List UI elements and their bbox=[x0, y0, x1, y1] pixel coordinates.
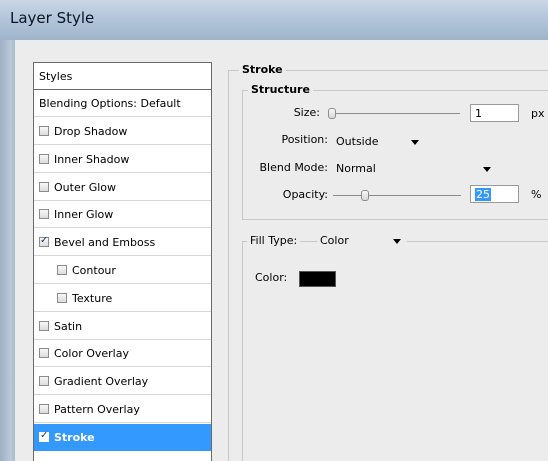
blend-mode-label: Blend Mode: bbox=[259, 161, 329, 174]
style-item-label: Gradient Overlay bbox=[54, 375, 149, 389]
color-label: Color: bbox=[255, 271, 288, 284]
style-item-label: Outer Glow bbox=[54, 180, 117, 194]
structure-group-border-left bbox=[242, 90, 243, 219]
checkbox[interactable] bbox=[39, 320, 49, 331]
checkbox[interactable] bbox=[39, 348, 49, 359]
style-item-label: Pattern Overlay bbox=[54, 403, 140, 416]
blend-mode-dropdown[interactable]: Normal bbox=[333, 159, 497, 179]
style-item-color-overlay[interactable]: Color Overlay bbox=[34, 340, 211, 368]
blending-options-label: Blending Options: Default bbox=[39, 97, 181, 110]
fill-type-value: Color bbox=[320, 234, 349, 247]
fill-type-dropdown[interactable]: Color bbox=[317, 231, 407, 251]
dialog-title: Layer Style bbox=[10, 9, 95, 27]
fill-type-group-border-left bbox=[242, 241, 243, 461]
size-slider-thumb[interactable] bbox=[328, 108, 336, 119]
styles-header-label: Styles bbox=[39, 70, 73, 83]
checkbox[interactable] bbox=[57, 292, 67, 303]
style-item-inner-glow[interactable]: Inner Glow bbox=[34, 201, 211, 229]
size-slider-track[interactable] bbox=[332, 113, 460, 114]
opacity-value: 25 bbox=[475, 188, 491, 201]
window-frame bbox=[0, 40, 15, 461]
stroke-group-border-left bbox=[228, 70, 229, 461]
checkbox[interactable] bbox=[39, 126, 49, 136]
position-dropdown[interactable]: Outside bbox=[333, 132, 425, 152]
checkbox[interactable] bbox=[39, 430, 49, 442]
styles-header[interactable]: Styles bbox=[34, 63, 211, 90]
title-bar[interactable]: Layer Style bbox=[0, 0, 548, 41]
stroke-section-title: Stroke bbox=[239, 63, 286, 76]
chevron-down-icon bbox=[483, 167, 491, 172]
checkbox[interactable] bbox=[57, 265, 67, 275]
checkbox[interactable] bbox=[39, 209, 49, 220]
style-item-pattern-overlay[interactable]: Pattern Overlay bbox=[34, 396, 211, 423]
structure-group-border-bottom bbox=[242, 219, 548, 220]
style-item-label: Color Overlay bbox=[54, 347, 129, 361]
style-item-label: Texture bbox=[72, 291, 113, 305]
position-label: Position: bbox=[281, 133, 328, 146]
style-item-contour[interactable]: Contour bbox=[34, 257, 211, 284]
checkbox[interactable] bbox=[39, 153, 49, 164]
opacity-input[interactable]: 25 bbox=[470, 185, 519, 203]
checkbox[interactable] bbox=[39, 235, 49, 248]
style-item-texture[interactable]: Texture bbox=[34, 284, 211, 312]
size-input[interactable]: 1 bbox=[470, 104, 519, 122]
size-label: Size: bbox=[293, 106, 320, 119]
position-value: Outside bbox=[336, 135, 379, 148]
style-item-label: Stroke bbox=[54, 430, 95, 444]
blending-options-item[interactable]: Blending Options: Default bbox=[34, 90, 211, 117]
size-unit: px bbox=[531, 107, 545, 120]
style-item-label: Inner Glow bbox=[54, 208, 114, 222]
fill-type-label: Fill Type: bbox=[247, 234, 301, 247]
dialog-body: Styles Blending Options: Default Drop Sh… bbox=[15, 40, 548, 461]
style-item-outer-glow[interactable]: Outer Glow bbox=[34, 173, 211, 201]
blend-mode-value: Normal bbox=[336, 162, 376, 175]
chevron-down-icon bbox=[393, 239, 401, 244]
style-item-label: Drop Shadow bbox=[54, 125, 128, 138]
styles-list: Styles Blending Options: Default Drop Sh… bbox=[33, 62, 212, 461]
opacity-unit: % bbox=[531, 188, 542, 201]
size-value: 1 bbox=[475, 107, 482, 120]
style-item-satin[interactable]: Satin bbox=[34, 312, 211, 340]
checkbox[interactable] bbox=[39, 404, 49, 414]
opacity-slider-thumb[interactable] bbox=[361, 190, 369, 201]
structure-title: Structure bbox=[248, 83, 313, 96]
style-item-label: Contour bbox=[72, 264, 116, 277]
layer-style-dialog: Layer Style Styles Blending Options: Def… bbox=[0, 0, 548, 461]
style-item-drop-shadow[interactable]: Drop Shadow bbox=[34, 118, 211, 145]
style-item-gradient-overlay[interactable]: Gradient Overlay bbox=[34, 368, 211, 396]
opacity-label: Opacity: bbox=[282, 188, 328, 201]
checkbox[interactable] bbox=[39, 181, 49, 192]
style-item-inner-shadow[interactable]: Inner Shadow bbox=[34, 145, 211, 173]
style-item-label: Bevel and Emboss bbox=[54, 236, 156, 250]
style-item-label: Inner Shadow bbox=[54, 152, 130, 166]
checkbox[interactable] bbox=[39, 376, 49, 387]
opacity-slider-track[interactable] bbox=[333, 195, 461, 196]
style-item-stroke[interactable]: Stroke bbox=[34, 423, 211, 451]
chevron-down-icon bbox=[411, 140, 419, 145]
color-swatch[interactable] bbox=[299, 271, 336, 287]
style-item-label: Satin bbox=[54, 319, 83, 333]
style-item-bevel-and-emboss[interactable]: Bevel and Emboss bbox=[34, 229, 211, 257]
